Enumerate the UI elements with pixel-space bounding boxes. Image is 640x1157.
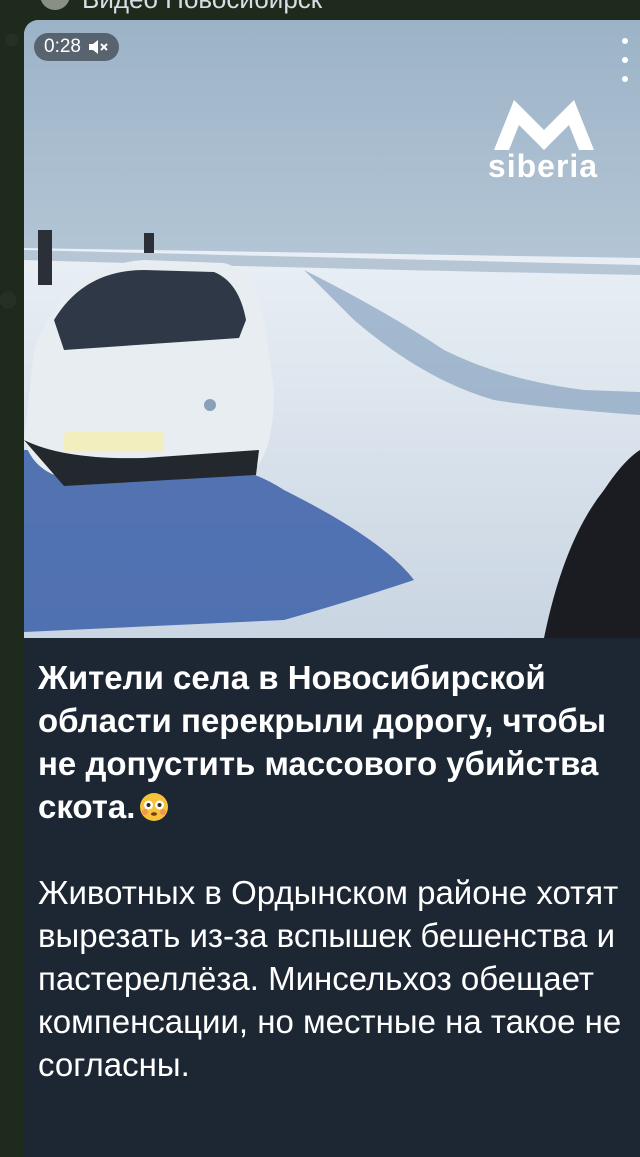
- channel-avatar[interactable]: [40, 0, 70, 10]
- channel-header[interactable]: Видео Новосибирск: [40, 0, 322, 12]
- muted-speaker-icon[interactable]: [87, 38, 109, 56]
- logo-wordmark: siberia: [487, 148, 599, 184]
- message-bubble: 0:28 siberia Жители села в Новосибирской…: [24, 20, 640, 1157]
- message-text: Жители села в Новосибирской области пере…: [38, 656, 628, 1086]
- channel-name[interactable]: Видео Новосибирск: [82, 0, 322, 12]
- post-headline: Жители села в Новосибирской области пере…: [38, 659, 607, 825]
- flushed-face-emoji-icon: [140, 793, 169, 821]
- more-options-icon[interactable]: [620, 38, 630, 82]
- video-duration: 0:28: [44, 36, 81, 57]
- post-body: Животных в Ордынском районе хотят выреза…: [38, 874, 622, 1083]
- video-player[interactable]: 0:28 siberia: [24, 20, 640, 638]
- video-duration-badge: 0:28: [34, 33, 119, 61]
